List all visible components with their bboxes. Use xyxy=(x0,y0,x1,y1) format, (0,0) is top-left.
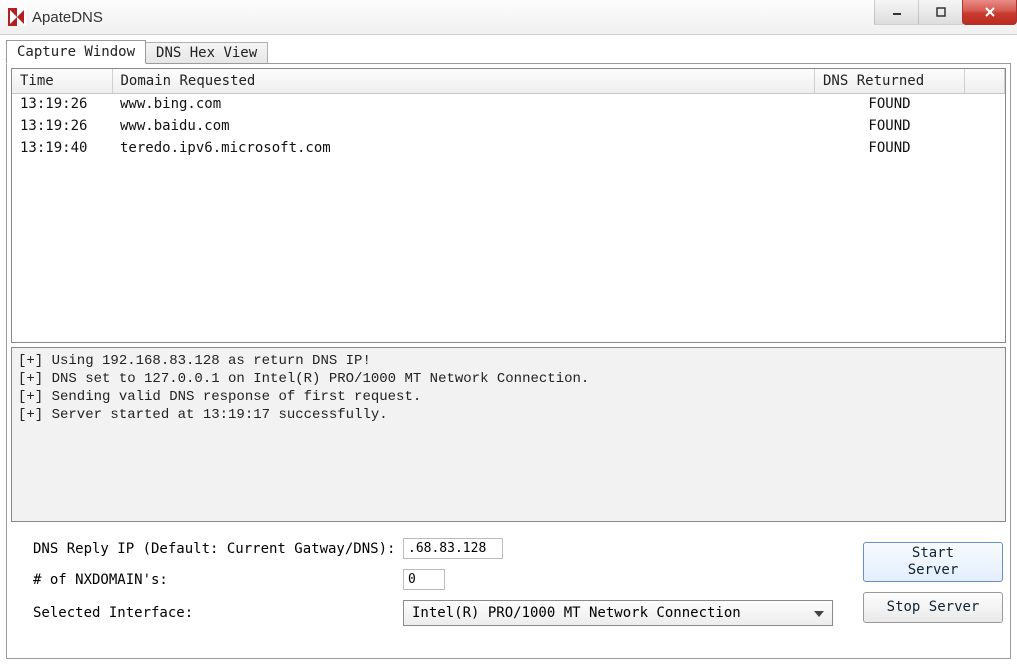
cell-spare xyxy=(965,94,1005,117)
button-column: Start Server Stop Server xyxy=(863,542,1003,623)
iface-select-value: Intel(R) PRO/1000 MT Network Connection xyxy=(412,605,741,621)
maximize-button[interactable] xyxy=(918,0,963,25)
tab-label: DNS Hex View xyxy=(156,45,257,61)
client-area: Capture Window DNS Hex View Time Domain … xyxy=(0,35,1017,665)
tab-dns-hex-view[interactable]: DNS Hex View xyxy=(145,42,268,63)
close-button[interactable] xyxy=(962,0,1017,25)
col-header-time[interactable]: Time xyxy=(12,69,112,94)
table-row[interactable]: 13:19:40teredo.ipv6.microsoft.comFOUND xyxy=(12,138,1005,160)
nxdomain-label: # of NXDOMAIN's: xyxy=(33,572,403,588)
dns-table: Time Domain Requested DNS Returned 13:19… xyxy=(12,69,1005,160)
log-output: [+] Using 192.168.83.128 as return DNS I… xyxy=(11,347,1006,522)
minimize-button[interactable] xyxy=(874,0,919,25)
cell-domain: www.bing.com xyxy=(112,94,815,117)
cell-ret: FOUND xyxy=(815,116,965,138)
cell-time: 13:19:26 xyxy=(12,116,112,138)
window-title: ApateDNS xyxy=(32,9,103,26)
reply-ip-input[interactable] xyxy=(403,538,503,559)
cell-domain: www.baidu.com xyxy=(112,116,815,138)
col-header-spare[interactable] xyxy=(965,69,1005,94)
cell-time: 13:19:40 xyxy=(12,138,112,160)
dns-table-wrap: Time Domain Requested DNS Returned 13:19… xyxy=(11,68,1006,343)
cell-ret: FOUND xyxy=(815,94,965,117)
app-logo-icon xyxy=(8,8,26,26)
start-server-button[interactable]: Start Server xyxy=(863,542,1003,582)
tab-label: Capture Window xyxy=(17,44,135,60)
tab-panel: Time Domain Requested DNS Returned 13:19… xyxy=(6,63,1011,659)
window-controls xyxy=(875,0,1017,25)
iface-label: Selected Interface: xyxy=(33,605,403,621)
table-row[interactable]: 13:19:26www.baidu.comFOUND xyxy=(12,116,1005,138)
cell-spare xyxy=(965,116,1005,138)
title-bar: ApateDNS xyxy=(0,0,1017,35)
stop-server-button[interactable]: Stop Server xyxy=(863,592,1003,623)
nxdomain-input[interactable] xyxy=(403,569,445,590)
reply-ip-label: DNS Reply IP (Default: Current Gatway/DN… xyxy=(33,541,403,557)
chevron-down-icon xyxy=(814,605,824,621)
cell-spare xyxy=(965,138,1005,160)
bottom-form: DNS Reply IP (Default: Current Gatway/DN… xyxy=(11,538,1006,626)
col-header-ret[interactable]: DNS Returned xyxy=(815,69,965,94)
cell-domain: teredo.ipv6.microsoft.com xyxy=(112,138,815,160)
iface-select[interactable]: Intel(R) PRO/1000 MT Network Connection xyxy=(403,600,833,626)
col-header-label: Time xyxy=(20,73,54,89)
col-header-label: Domain Requested xyxy=(121,73,256,89)
nxdomain-cell xyxy=(403,569,863,590)
reply-ip-cell xyxy=(403,538,863,559)
cell-time: 13:19:26 xyxy=(12,94,112,117)
cell-ret: FOUND xyxy=(815,138,965,160)
col-header-label: DNS Returned xyxy=(823,73,924,89)
table-row[interactable]: 13:19:26www.bing.comFOUND xyxy=(12,94,1005,117)
iface-cell: Intel(R) PRO/1000 MT Network Connection xyxy=(403,600,863,626)
tab-strip: Capture Window DNS Hex View xyxy=(6,39,1011,63)
tab-capture-window[interactable]: Capture Window xyxy=(6,40,146,64)
col-header-domain[interactable]: Domain Requested xyxy=(112,69,815,94)
